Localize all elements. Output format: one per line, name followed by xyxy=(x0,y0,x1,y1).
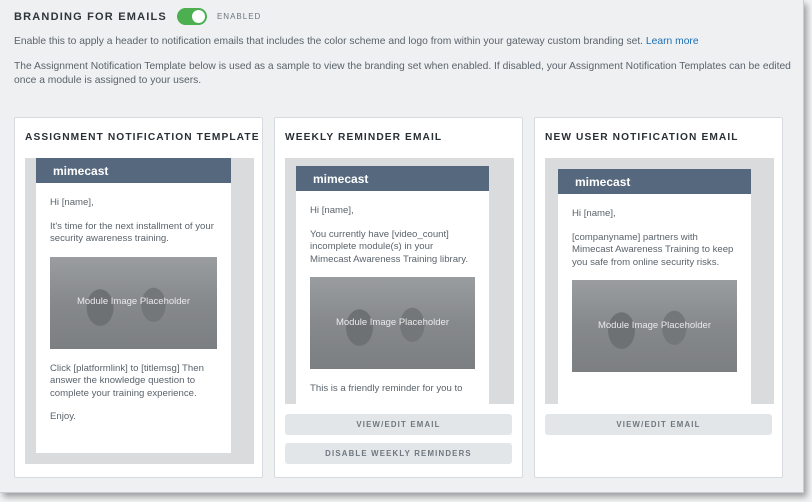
view-edit-email-button[interactable]: VIEW/EDIT EMAIL xyxy=(285,414,512,435)
email-mock: mimecast Hi [name], [companyname] partne… xyxy=(558,169,751,404)
card-assignment-notification: ASSIGNMENT NOTIFICATION TEMPLATE mimecas… xyxy=(14,117,263,478)
email-body: Hi [name], You currently have [video_cou… xyxy=(296,191,489,396)
email-mock: mimecast Hi [name], It's time for the ne… xyxy=(36,158,231,453)
image-placeholder-label: Module Image Placeholder xyxy=(335,316,449,328)
email-preview[interactable]: mimecast Hi [name], It's time for the ne… xyxy=(25,158,254,464)
email-mock: mimecast Hi [name], You currently have [… xyxy=(296,166,489,404)
card-title: NEW USER NOTIFICATION EMAIL xyxy=(545,132,739,143)
email-preview[interactable]: mimecast Hi [name], [companyname] partne… xyxy=(545,158,774,404)
branding-description: Enable this to apply a header to notific… xyxy=(14,35,794,49)
image-placeholder-label: Module Image Placeholder xyxy=(76,296,190,308)
email-brand-header: mimecast xyxy=(36,158,231,183)
email-intro: You currently have [video_count] incompl… xyxy=(310,228,469,265)
branding-note: The Assignment Notification Template bel… xyxy=(14,61,791,86)
learn-more-link[interactable]: Learn more xyxy=(646,36,699,47)
card-new-user-notification: NEW USER NOTIFICATION EMAIL mimecast Hi … xyxy=(534,117,783,478)
module-image-placeholder: Module Image Placeholder xyxy=(572,280,737,372)
email-instructions: Click [platformlink] to [titlemsg] Then … xyxy=(50,362,204,399)
email-body: Hi [name], It's time for the next instal… xyxy=(36,183,231,424)
email-body: Hi [name], [companyname] partners with M… xyxy=(558,194,751,372)
email-greeting: Hi [name], xyxy=(572,208,616,219)
branding-toggle[interactable] xyxy=(176,8,207,25)
description-text: Enable this to apply a header to notific… xyxy=(14,36,644,47)
branding-panel: BRANDING FOR EMAILS ENABLED Enable this … xyxy=(0,0,804,493)
card-title: ASSIGNMENT NOTIFICATION TEMPLATE xyxy=(25,132,260,143)
toggle-knob xyxy=(191,10,205,23)
section-header: BRANDING FOR EMAILS ENABLED xyxy=(14,8,261,25)
email-intro: [companyname] partners with Mimecast Awa… xyxy=(572,231,734,268)
email-greeting: Hi [name], xyxy=(50,197,94,208)
view-edit-email-button[interactable]: VIEW/EDIT EMAIL xyxy=(545,414,772,435)
email-intro: It's time for the next installment of yo… xyxy=(50,220,214,245)
toggle-status-label: ENABLED xyxy=(216,12,262,21)
email-greeting: Hi [name], xyxy=(310,205,354,216)
card-weekly-reminder: WEEKLY REMINDER EMAIL mimecast Hi [name]… xyxy=(274,117,523,478)
email-preview[interactable]: mimecast Hi [name], You currently have [… xyxy=(285,158,514,404)
email-reminder-text: This is a friendly reminder for you to xyxy=(310,383,463,394)
card-title: WEEKLY REMINDER EMAIL xyxy=(285,132,443,143)
image-placeholder-label: Module Image Placeholder xyxy=(597,319,711,331)
email-closing: Enjoy. xyxy=(50,411,76,422)
email-brand-header: mimecast xyxy=(296,166,489,191)
module-image-placeholder: Module Image Placeholder xyxy=(310,277,475,369)
email-brand-header: mimecast xyxy=(558,169,751,194)
module-image-placeholder: Module Image Placeholder xyxy=(50,256,217,349)
disable-weekly-reminders-button[interactable]: DISABLE WEEKLY REMINDERS xyxy=(285,443,512,464)
section-title: BRANDING FOR EMAILS xyxy=(14,10,167,23)
